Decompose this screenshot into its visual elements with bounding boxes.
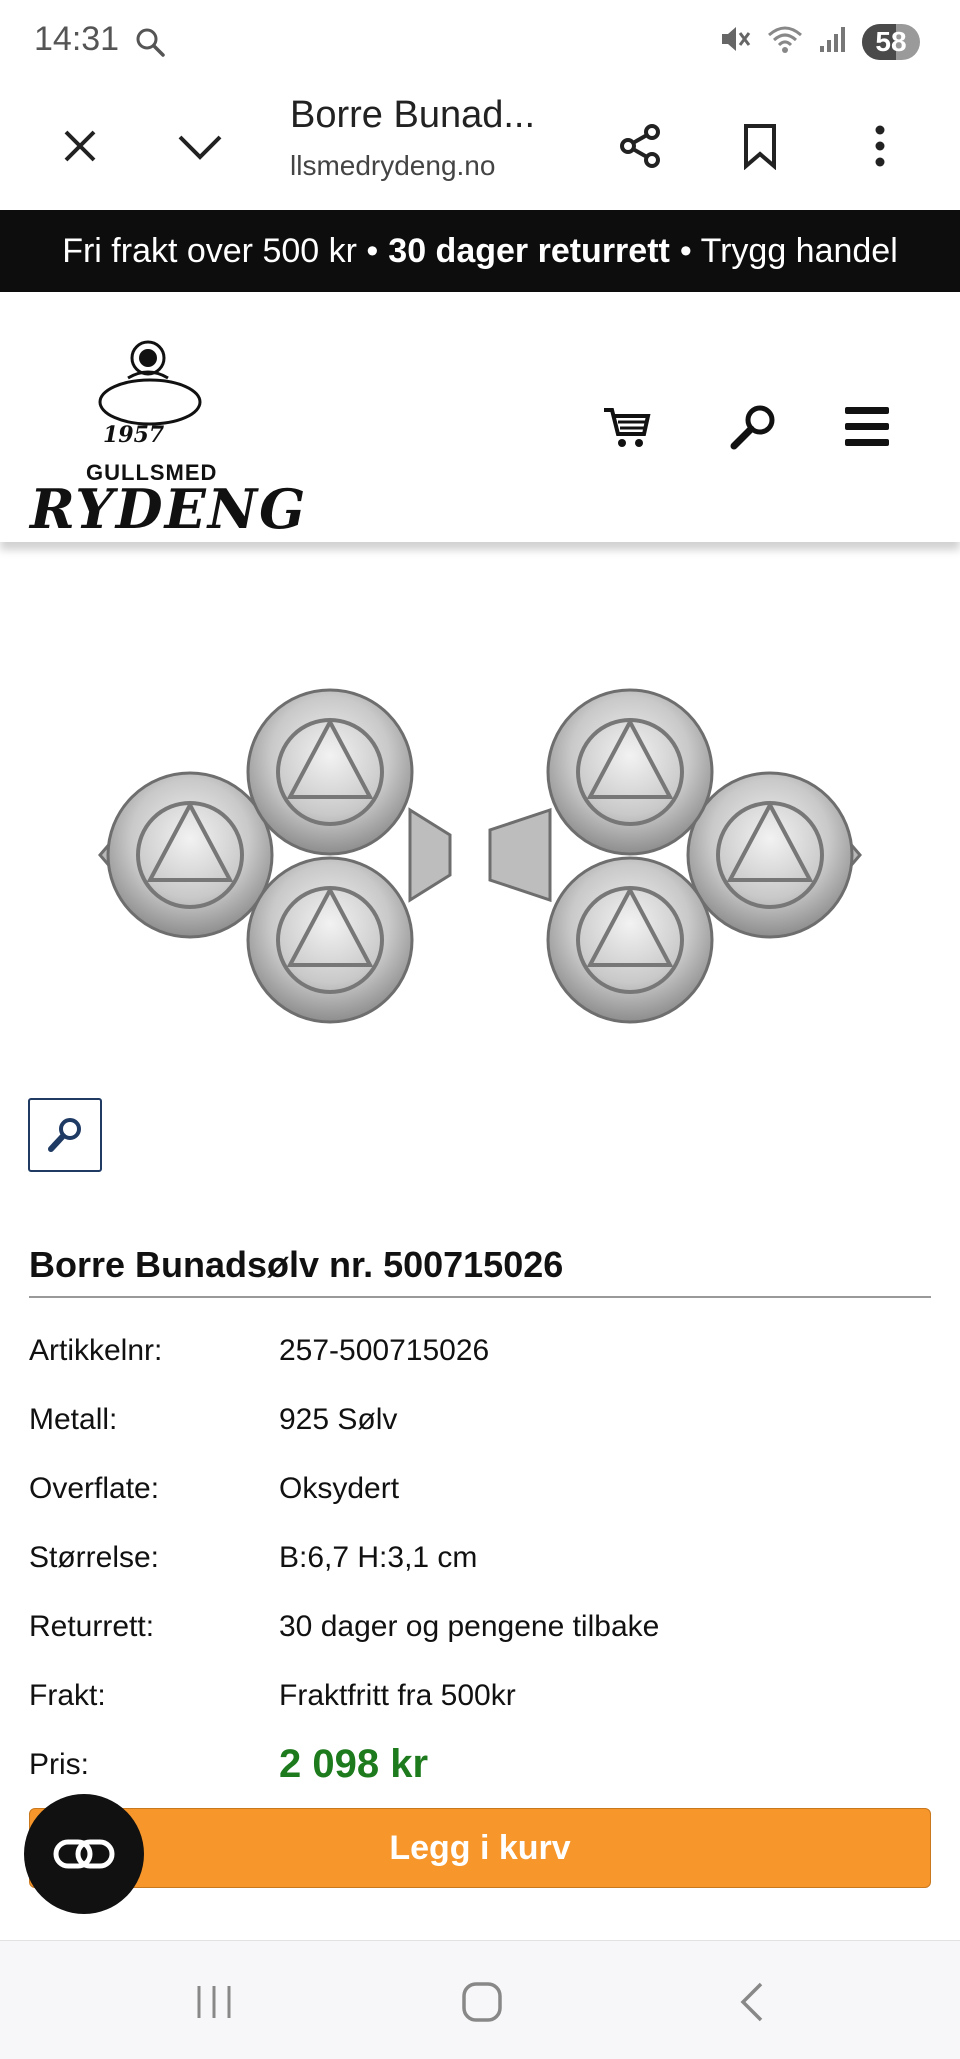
search-icon[interactable]: [718, 392, 788, 462]
search-icon: [134, 26, 166, 63]
signal-icon: [818, 24, 848, 59]
spec-value: 30 dager og pengene tilbake: [279, 1610, 660, 1643]
link-icon: [53, 1839, 115, 1869]
chat-button[interactable]: [24, 1794, 144, 1914]
spec-label: Metall:: [29, 1403, 118, 1436]
product-title: Borre Bunadsølv nr. 500715026: [29, 1244, 564, 1285]
product-image[interactable]: [90, 660, 870, 1060]
title-divider: [29, 1296, 931, 1298]
more-vert-icon[interactable]: [844, 110, 916, 182]
battery-level: 58: [875, 25, 907, 57]
site-logo[interactable]: 1957 GULLSMED RYDENG: [30, 336, 305, 536]
spec-row-shipping: Frakt: Fraktfritt fra 500kr: [29, 1679, 931, 1729]
site-header: 1957 GULLSMED RYDENG: [0, 292, 960, 542]
price-label: Pris:: [29, 1748, 89, 1781]
spec-value: Fraktfritt fra 500kr: [279, 1679, 516, 1712]
magnifier-icon: [48, 1118, 81, 1152]
promo-shipping: Fri frakt over 500 kr •: [62, 231, 379, 270]
promo-trust: • Trygg handel: [679, 231, 898, 270]
browser-toolbar: Borre Bunad... llsmedrydeng.no: [0, 84, 960, 210]
chevron-down-icon[interactable]: [164, 110, 236, 182]
battery-indicator: 58: [862, 23, 920, 60]
page-title[interactable]: Borre Bunad...: [290, 94, 535, 137]
spec-label: Artikkelnr:: [29, 1334, 163, 1367]
cart-icon[interactable]: [592, 392, 662, 462]
add-to-cart-button[interactable]: Legg i kurv: [29, 1808, 931, 1888]
wifi-icon: [766, 23, 804, 60]
spec-label: Frakt:: [29, 1679, 106, 1712]
system-nav-bar: [0, 1940, 960, 2059]
spec-row-returns: Returrett: 30 dager og pengene tilbake: [29, 1610, 931, 1660]
logo-name: RYDENG: [30, 477, 308, 541]
spec-value: Oksydert: [279, 1472, 400, 1505]
menu-icon[interactable]: [832, 392, 902, 462]
spec-value: 257-500715026: [279, 1334, 490, 1367]
promo-banner: Fri frakt over 500 kr • 30 dager returre…: [0, 210, 960, 292]
zoom-image-button[interactable]: [28, 1098, 102, 1172]
spec-label: Returrett:: [29, 1610, 155, 1643]
mute-icon: [718, 22, 752, 61]
logo-year: 1957: [103, 422, 165, 448]
spec-value: 925 Sølv: [279, 1403, 398, 1436]
spec-row-price: Pris: 2 098 kr: [29, 1742, 931, 1798]
spec-row-size: Størrelse: B:6,7 H:3,1 cm: [29, 1541, 931, 1591]
back-icon[interactable]: [712, 1967, 792, 2037]
promo-returns: 30 dager returrett: [388, 231, 670, 270]
share-icon[interactable]: [604, 110, 676, 182]
spec-label: Størrelse:: [29, 1541, 160, 1574]
price-value: 2 098 kr: [279, 1742, 429, 1786]
spec-row-metal: Metall: 925 Sølv: [29, 1403, 931, 1453]
spec-label: Overflate:: [29, 1472, 160, 1505]
spec-row-article: Artikkelnr: 257-500715026: [29, 1334, 931, 1384]
bookmark-icon[interactable]: [724, 110, 796, 182]
status-bar: 14:31 58: [0, 0, 960, 84]
status-time: 14:31: [34, 20, 120, 58]
recent-apps-icon[interactable]: [174, 1967, 254, 2037]
home-icon[interactable]: [442, 1967, 522, 2037]
spec-value: B:6,7 H:3,1 cm: [279, 1541, 478, 1574]
spec-row-surface: Overflate: Oksydert: [29, 1472, 931, 1522]
close-icon[interactable]: [44, 110, 116, 182]
page-url[interactable]: llsmedrydeng.no: [290, 150, 495, 182]
